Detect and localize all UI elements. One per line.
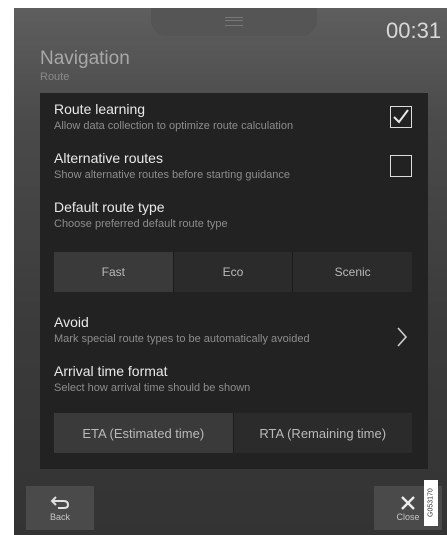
default-route-type-title: Default route type bbox=[54, 199, 165, 215]
handle-grip-icon bbox=[225, 17, 243, 26]
close-icon bbox=[401, 495, 415, 510]
checkmark-icon bbox=[392, 108, 409, 124]
settings-panel: Route learning Allow data collection to … bbox=[40, 93, 428, 469]
route-type-option-fast[interactable]: Fast bbox=[54, 252, 173, 292]
arrival-option-eta[interactable]: ETA (Estimated time) bbox=[54, 413, 233, 453]
page-subtitle: Route bbox=[40, 71, 70, 83]
alternative-routes-checkbox[interactable] bbox=[390, 155, 412, 177]
page-title: Navigation bbox=[40, 48, 130, 69]
route-type-option-eco[interactable]: Eco bbox=[172, 252, 293, 292]
close-label: Close bbox=[396, 511, 420, 522]
route-learning-title: Route learning bbox=[54, 101, 146, 117]
chevron-right-icon[interactable] bbox=[396, 326, 408, 348]
arrival-time-format-row: Arrival time format Select how arrival t… bbox=[54, 363, 414, 395]
arrival-time-format-description: Select how arrival time should be shown bbox=[54, 382, 251, 394]
arrival-time-format-title: Arrival time format bbox=[54, 363, 168, 379]
navigation-route-screen: 00:31 Navigation Route Route learning Al… bbox=[14, 8, 447, 535]
route-type-selector: Fast Eco Scenic bbox=[54, 252, 413, 292]
default-route-type-description: Choose preferred default route type bbox=[54, 218, 228, 230]
route-learning-description: Allow data collection to optimize route … bbox=[54, 120, 294, 132]
figure-reference-code: G053170 bbox=[424, 480, 438, 526]
route-type-option-scenic[interactable]: Scenic bbox=[292, 252, 413, 292]
clock: 00:31 bbox=[386, 18, 442, 43]
avoid-row[interactable]: Avoid Mark special route types to be aut… bbox=[54, 314, 414, 346]
route-learning-row[interactable]: Route learning Allow data collection to … bbox=[54, 101, 414, 133]
avoid-title: Avoid bbox=[54, 314, 89, 330]
arrival-time-selector: ETA (Estimated time) RTA (Remaining time… bbox=[54, 413, 412, 453]
default-route-type-row: Default route type Choose preferred defa… bbox=[54, 199, 414, 231]
back-arrow-icon bbox=[50, 495, 70, 509]
avoid-description: Mark special route types to be automatic… bbox=[54, 333, 310, 345]
alternative-routes-row[interactable]: Alternative routes Show alternative rout… bbox=[54, 150, 414, 182]
alternative-routes-description: Show alternative routes before starting … bbox=[54, 169, 291, 181]
route-learning-checkbox[interactable] bbox=[390, 106, 412, 128]
alternative-routes-title: Alternative routes bbox=[54, 150, 163, 166]
back-button[interactable]: Back bbox=[26, 486, 94, 530]
back-label: Back bbox=[49, 511, 70, 522]
arrival-option-rta[interactable]: RTA (Remaining time) bbox=[232, 413, 412, 453]
